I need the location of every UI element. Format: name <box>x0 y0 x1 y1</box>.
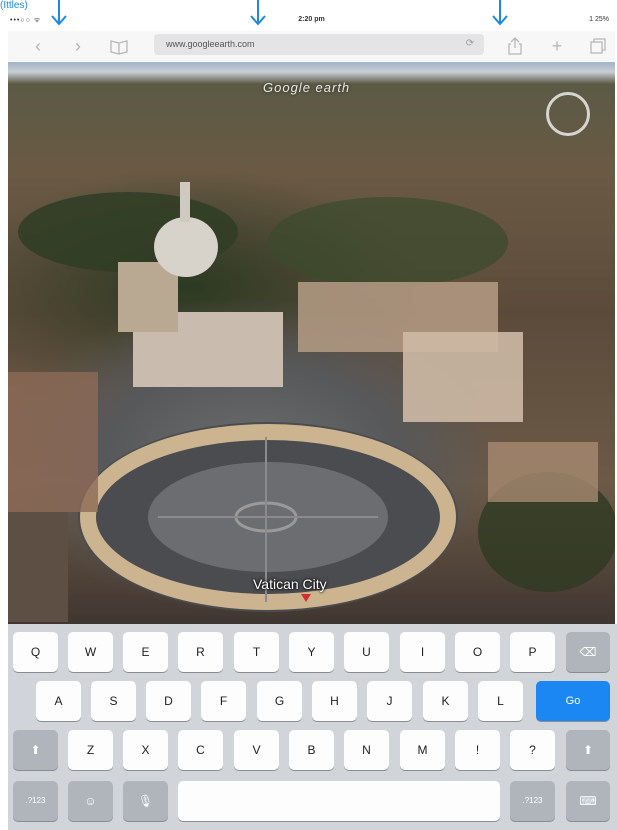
key-v[interactable]: V <box>234 730 279 770</box>
numbers-key-right[interactable]: .?123 <box>510 781 555 821</box>
url-text[interactable]: www.googleearth.com <box>166 39 255 49</box>
key-l[interactable]: L <box>478 681 523 721</box>
onscreen-keyboard: Q W E R T Y U I O P ⌫ A S D F G H J K L … <box>8 624 617 830</box>
key-d[interactable]: D <box>146 681 191 721</box>
shift-icon[interactable]: ⬆ <box>566 730 610 770</box>
key-h[interactable]: H <box>312 681 357 721</box>
go-button[interactable]: Go <box>536 681 610 721</box>
plus-icon[interactable]: + <box>547 36 567 56</box>
share-icon[interactable] <box>505 36 525 56</box>
key-question[interactable]: ? <box>510 730 555 770</box>
tabs-icon[interactable] <box>588 36 608 56</box>
key-o[interactable]: O <box>455 632 500 672</box>
keyboard-dismiss-icon[interactable]: ⌨ <box>566 781 610 821</box>
key-c[interactable]: C <box>178 730 223 770</box>
numbers-key-left[interactable]: .?123 <box>13 781 58 821</box>
key-n[interactable]: N <box>344 730 389 770</box>
key-i[interactable]: I <box>400 632 445 672</box>
key-k[interactable]: K <box>423 681 468 721</box>
key-m[interactable]: M <box>400 730 445 770</box>
key-y[interactable]: Y <box>289 632 334 672</box>
emoji-icon[interactable]: ☺ <box>68 781 113 821</box>
key-f[interactable]: F <box>201 681 246 721</box>
map-scene <box>8 182 615 622</box>
battery-indicator: 1 25% <box>589 16 609 23</box>
microphone-icon[interactable]: 🎙 <box>123 781 168 821</box>
status-bar: •••○○ ᯤ 2:20 pm 1 25% <box>8 11 615 31</box>
space-bar[interactable] <box>178 781 500 821</box>
key-q[interactable]: Q <box>13 632 58 672</box>
key-g[interactable]: G <box>257 681 302 721</box>
key-b[interactable]: B <box>289 730 334 770</box>
backspace-icon[interactable]: ⌫ <box>566 632 610 672</box>
book-icon[interactable] <box>109 36 129 56</box>
key-exclamation[interactable]: ! <box>455 730 500 770</box>
key-j[interactable]: J <box>367 681 412 721</box>
key-w[interactable]: W <box>68 632 113 672</box>
chevron-right-icon[interactable]: › <box>68 36 88 56</box>
key-t[interactable]: T <box>234 632 279 672</box>
key-a[interactable]: A <box>36 681 81 721</box>
shift-icon[interactable]: ⬆ <box>13 730 58 770</box>
key-s[interactable]: S <box>91 681 136 721</box>
address-bar[interactable]: www.googleearth.com ⟳ <box>154 34 484 55</box>
map-brand-logo: Google earth <box>263 80 351 95</box>
key-p[interactable]: P <box>510 632 555 672</box>
browser-toolbar: ‹ › www.googleearth.com ⟳ + <box>8 31 615 61</box>
key-x[interactable]: X <box>123 730 168 770</box>
key-u[interactable]: U <box>344 632 389 672</box>
chevron-left-icon[interactable]: ‹ <box>28 36 48 56</box>
earth-map-view[interactable]: Google earth Vatican City <box>8 62 615 624</box>
key-r[interactable]: R <box>178 632 223 672</box>
reload-icon[interactable]: ⟳ <box>464 38 476 50</box>
key-e[interactable]: E <box>123 632 168 672</box>
pin-icon[interactable] <box>301 594 311 602</box>
key-z[interactable]: Z <box>68 730 113 770</box>
status-time: 2:20 pm <box>298 16 325 23</box>
place-label[interactable]: Vatican City <box>253 576 327 592</box>
annotation-label: (Ittles) <box>0 0 28 11</box>
compass-icon[interactable] <box>546 92 590 136</box>
